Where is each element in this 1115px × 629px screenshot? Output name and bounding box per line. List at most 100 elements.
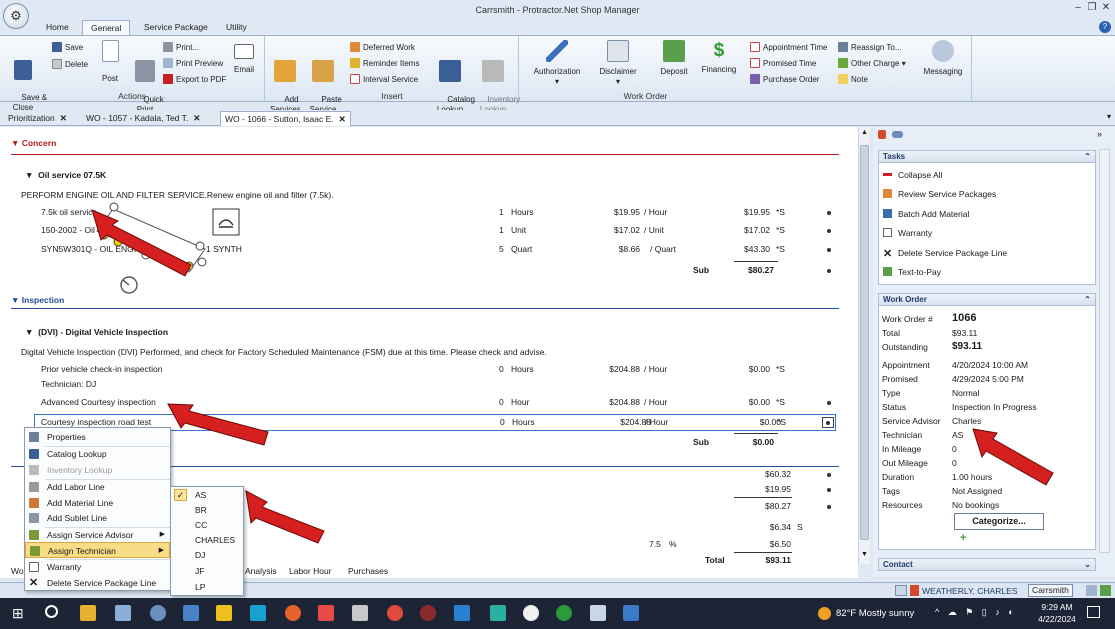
task-text-to-pay[interactable]: Text-to-Pay: [883, 266, 941, 278]
menu-inventory-lookup[interactable]: Inventory Lookup: [25, 462, 170, 478]
calculator-icon[interactable]: [115, 605, 131, 621]
close-tab-icon[interactable]: ✕: [193, 113, 200, 123]
bottom-tab-analysis[interactable]: Analysis: [245, 566, 277, 576]
status-user[interactable]: WEATHERLY, CHARLES: [922, 586, 1017, 596]
reassign-to-button[interactable]: Reassign To...: [838, 42, 902, 54]
close-tab-icon[interactable]: ✕: [339, 114, 346, 124]
app-icon[interactable]: [250, 605, 266, 621]
tech-option-br[interactable]: BR: [171, 503, 243, 518]
expand-icon[interactable]: ⌄: [1084, 559, 1091, 571]
document-icon[interactable]: [352, 605, 368, 621]
scroll-up-icon[interactable]: ▲: [861, 129, 868, 136]
contact-header[interactable]: Contact ⌄: [878, 558, 1096, 571]
app-icon[interactable]: [490, 605, 506, 621]
ribbon-tab-general[interactable]: General: [82, 20, 131, 36]
tech-option-lp[interactable]: LP: [171, 580, 243, 595]
tab-strip-menu-icon[interactable]: ▾: [1107, 112, 1111, 121]
search-icon[interactable]: [45, 605, 58, 618]
doc-tab-wo-1057[interactable]: WO - 1057 - Kadala, Ted T. ✕: [82, 111, 204, 126]
menu-warranty[interactable]: Warranty: [25, 559, 170, 575]
app-menu-orb[interactable]: ⚙: [3, 3, 29, 29]
menu-add-labor-line[interactable]: Add Labor Line: [25, 479, 170, 495]
promised-time-button[interactable]: Promised Time: [750, 58, 816, 70]
task-collapse-all[interactable]: Collapse All: [883, 169, 942, 181]
settings-icon[interactable]: [1086, 585, 1097, 596]
menu-add-material-line[interactable]: Add Material Line: [25, 495, 170, 511]
menu-catalog-lookup[interactable]: Catalog Lookup: [25, 446, 170, 462]
person-icon[interactable]: [878, 130, 886, 139]
menu-assign-service-advisor[interactable]: Assign Service Advisor ▶: [25, 527, 170, 543]
weather-text[interactable]: 82°F Mostly sunny: [836, 608, 914, 619]
messaging-button[interactable]: Messaging: [920, 40, 966, 77]
inspection-package-title[interactable]: ▼ (DVI) - Digital Vehicle Inspection: [25, 327, 168, 337]
concern-line-oil-filter[interactable]: 150-2002 - Oil 1 Unit $17.02 / Unit $17.…: [0, 225, 858, 239]
line-options-button[interactable]: [822, 417, 834, 428]
tasks-header[interactable]: Tasks ⌃: [878, 150, 1096, 163]
ribbon-tab-service-package[interactable]: Service Package: [136, 20, 216, 35]
close-tab-icon[interactable]: ✕: [60, 113, 67, 123]
authorization-button[interactable]: Authorization ▾: [530, 40, 584, 87]
purchase-order-button[interactable]: Purchase Order: [750, 74, 819, 86]
menu-properties[interactable]: Properties: [25, 429, 170, 445]
tech-option-charles[interactable]: CHARLES: [171, 533, 243, 548]
clock-time[interactable]: 9:29 AM: [1037, 602, 1077, 612]
other-charge-button[interactable]: Other Charge ▾: [838, 58, 906, 70]
sticky-notes-icon[interactable]: [216, 605, 232, 621]
post-button[interactable]: Post: [98, 40, 122, 84]
task-review-service-packages[interactable]: Review Service Packages: [883, 188, 996, 200]
save-button[interactable]: Save: [52, 42, 83, 54]
task-warranty[interactable]: Warranty: [883, 227, 932, 239]
app-icon[interactable]: [318, 605, 334, 621]
minimize-icon[interactable]: –: [1071, 2, 1085, 13]
mail-icon[interactable]: [454, 605, 470, 621]
status-shop[interactable]: Carrsmith: [1028, 584, 1073, 597]
print-preview-button[interactable]: Print Preview: [163, 58, 223, 70]
file-explorer-icon[interactable]: [80, 605, 96, 621]
status-icon[interactable]: [895, 585, 907, 596]
inspection-line-prior-checkin[interactable]: Prior vehicle check-in inspection 0 Hour…: [0, 364, 858, 378]
tech-option-dj[interactable]: DJ: [171, 548, 243, 563]
ribbon-tab-home[interactable]: Home: [38, 20, 77, 35]
doc-tab-prioritization[interactable]: Prioritization ✕: [4, 111, 71, 126]
close-icon[interactable]: ✕: [1099, 2, 1113, 13]
slack-icon[interactable]: [523, 605, 539, 621]
task-delete-service-package-line[interactable]: ✕ Delete Service Package Line: [883, 247, 1007, 260]
inspection-section-header[interactable]: ▼ Inspection: [11, 295, 64, 305]
app-icon[interactable]: [556, 605, 572, 621]
menu-add-sublet-line[interactable]: Add Sublet Line: [25, 510, 170, 526]
concern-package-title[interactable]: ▼ Oil service 07.5K: [25, 170, 106, 180]
appointment-time-button[interactable]: Appointment Time: [750, 42, 827, 54]
categorize-button[interactable]: Categorize...: [954, 513, 1044, 530]
email-button[interactable]: Email: [232, 40, 256, 75]
tech-option-as[interactable]: ✓ AS: [171, 488, 243, 503]
scroll-thumb[interactable]: [860, 145, 869, 540]
chrome-icon[interactable]: [387, 605, 403, 621]
menu-delete-service-package-line[interactable]: ✕ Delete Service Package Line: [25, 575, 170, 591]
bottom-tab-labor-hour[interactable]: Labor Hour: [289, 566, 332, 576]
export-pdf-button[interactable]: Export to PDF: [163, 74, 226, 86]
firefox-icon[interactable]: [285, 605, 301, 621]
interval-service-button[interactable]: Interval Service: [350, 74, 418, 86]
concern-line-labor[interactable]: 7.5k oil service 1 Hours $19.95 / Hour $…: [0, 207, 858, 221]
note-button[interactable]: Note: [838, 74, 868, 86]
bottom-tab-wo[interactable]: Wo: [11, 566, 24, 576]
deposit-button[interactable]: Deposit: [656, 40, 692, 77]
protractor-icon[interactable]: [590, 605, 606, 621]
inspection-line-advanced-courtesy[interactable]: Advanced Courtesy inspection 0 Hour $204…: [0, 397, 858, 411]
weather-icon[interactable]: [818, 607, 831, 620]
tray-icons[interactable]: ^ ☁ ⚑ ▯ ♪ ◐: [935, 607, 1017, 618]
ribbon-tab-utility[interactable]: Utility: [218, 20, 255, 35]
scroll-down-icon[interactable]: ▼: [861, 551, 868, 558]
add-tag-icon[interactable]: +: [960, 533, 966, 544]
restore-icon[interactable]: ❐: [1085, 2, 1099, 13]
snipping-tool-icon[interactable]: [623, 605, 639, 621]
print-button[interactable]: Print...: [163, 42, 199, 54]
financing-button[interactable]: $ Financing: [700, 40, 738, 75]
concern-line-synth-oil[interactable]: SYN5W301Q - OIL ENGI 1 SYNTH 5 Quart $8.…: [0, 244, 858, 258]
disclaimer-button[interactable]: Disclaimer ▾: [596, 40, 640, 87]
concern-section-header[interactable]: ▼ Concern: [11, 138, 56, 148]
collapse-icon[interactable]: ⌃: [1084, 294, 1091, 306]
app-icon[interactable]: [420, 605, 436, 621]
notification-icon[interactable]: [1087, 606, 1100, 618]
tech-option-cc[interactable]: CC: [171, 518, 243, 533]
